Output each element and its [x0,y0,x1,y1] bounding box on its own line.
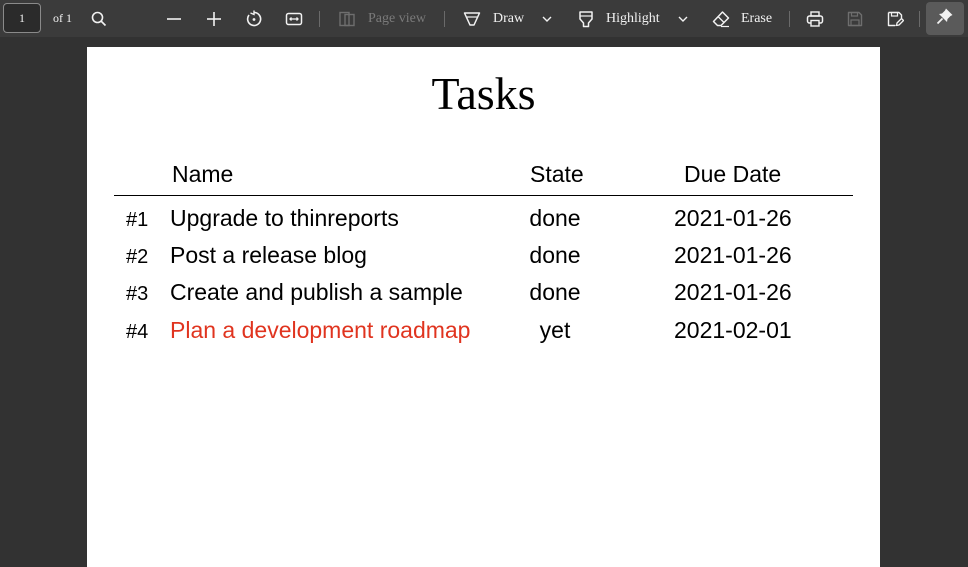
highlight-options-button[interactable] [677,0,689,37]
pin-toolbar-button[interactable] [926,2,964,35]
page-count-label: of 1 [53,11,72,25]
page-view-icon [338,10,356,28]
chevron-down-icon [541,13,553,25]
task-row: #4 Plan a development roadmap yet 2021-0… [87,317,880,354]
highlight-label: Highlight [606,10,660,26]
column-header-due-date: Due Date [684,161,782,187]
save-button[interactable] [846,0,864,37]
page-view-label: Page view [368,10,426,26]
highlight-button[interactable]: Highlight [577,0,660,37]
draw-label: Draw [493,10,525,26]
task-due-date: 2021-01-26 [674,279,792,305]
zoom-out-icon [165,10,183,28]
fit-width-icon [285,10,303,28]
erase-icon [712,10,730,28]
task-state: done [529,279,581,305]
task-row: #1 Upgrade to thinreports done 2021-01-2… [87,205,880,242]
erase-label: Erase [741,10,773,26]
highlight-icon [577,10,595,28]
save-as-button[interactable] [886,0,904,37]
task-number: #1 [126,209,149,231]
search-icon [90,10,108,28]
column-header-name: Name [172,161,234,187]
draw-options-button[interactable] [541,0,553,37]
task-row: #2 Post a release blog done 2021-01-26 [87,242,880,279]
rotate-button[interactable] [245,0,263,37]
task-number: #3 [126,283,149,305]
task-name: Create and publish a sample [170,279,463,305]
toolbar-divider [319,11,320,27]
save-icon [846,10,864,28]
page-view-button[interactable]: Page view [338,0,426,37]
chevron-down-icon [677,13,689,25]
zoom-in-button[interactable] [205,0,223,37]
column-header-state: State [530,161,584,187]
print-icon [806,10,824,28]
save-as-icon [886,10,904,28]
print-button[interactable] [806,0,824,37]
toolbar-divider [789,11,790,27]
task-due-date: 2021-01-26 [674,205,792,231]
pdf-page: Tasks Name State Due Date #1 Upgrade to … [87,47,880,567]
header-rule [114,195,853,196]
toolbar-divider [919,11,920,27]
erase-button[interactable]: Erase [712,0,772,37]
page-number-input[interactable] [3,3,41,33]
zoom-in-icon [205,10,223,28]
draw-icon [463,10,481,28]
toolbar-divider [444,11,445,27]
task-due-date: 2021-02-01 [674,317,792,343]
task-state: done [529,242,581,268]
fit-width-button[interactable] [285,0,303,37]
rotate-icon [245,10,263,28]
task-state: yet [539,317,571,343]
task-state: done [529,205,581,231]
task-number: #2 [126,246,149,268]
pin-icon [936,7,954,30]
zoom-out-button[interactable] [165,0,183,37]
task-row: #3 Create and publish a sample done 2021… [87,279,880,316]
task-name: Upgrade to thinreports [170,205,399,231]
task-name: Post a release blog [170,242,367,268]
task-name: Plan a development roadmap [170,317,471,343]
draw-button[interactable]: Draw [463,0,524,37]
document-title: Tasks [431,68,536,119]
search-button[interactable] [90,0,108,37]
task-number: #4 [126,321,149,343]
pdf-toolbar: of 1 Page view Draw [0,0,968,37]
task-due-date: 2021-01-26 [674,242,792,268]
